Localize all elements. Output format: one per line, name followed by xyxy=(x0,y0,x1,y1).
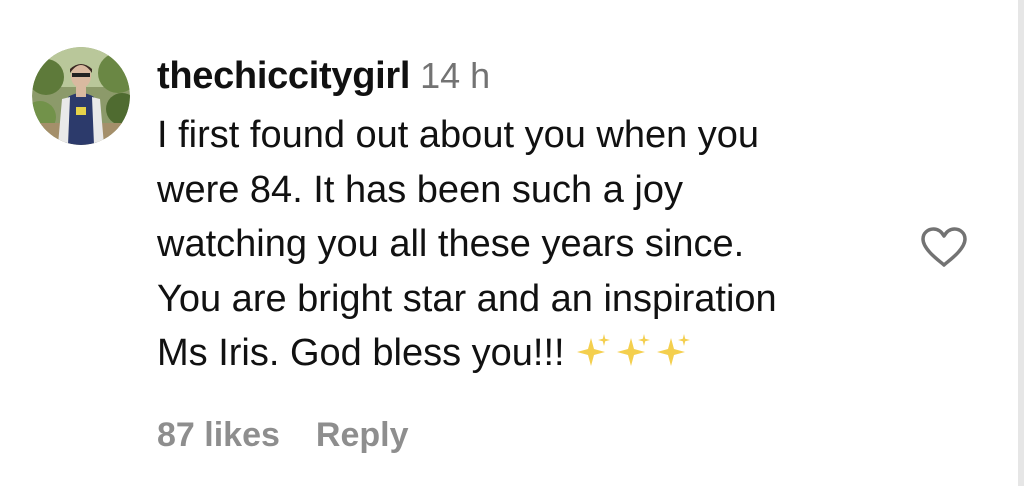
username[interactable]: thechiccitygirl xyxy=(157,55,410,97)
timestamp[interactable]: 14 h xyxy=(420,55,490,96)
comment-line: You are bright star and an inspiration xyxy=(157,277,777,320)
comment-line: watching you all these years since. xyxy=(157,223,745,265)
scrollbar-edge xyxy=(1018,0,1024,486)
comment-text: I first found out about you when you wer… xyxy=(157,108,917,381)
comment-line: were 84. It has been such a joy xyxy=(157,168,683,211)
avatar[interactable] xyxy=(32,47,130,145)
comment-line: I first found out about you when you xyxy=(157,114,760,156)
likes-count[interactable]: 87 likes xyxy=(157,416,280,454)
heart-outline-icon[interactable] xyxy=(919,225,969,269)
sparkles-emoji-icon xyxy=(573,332,693,372)
comment-item: thechiccitygirl 14 h I first found out ab… xyxy=(0,0,1018,486)
reply-button[interactable]: Reply xyxy=(316,416,409,454)
comment-line-last: Ms Iris. God bless you!!! xyxy=(157,326,917,381)
comment-line: Ms Iris. God bless you!!! xyxy=(157,332,565,374)
comment-header: thechiccitygirl 14 h xyxy=(157,53,490,99)
avatar-photo xyxy=(32,47,130,145)
comment-actions: 87 likes Reply xyxy=(157,413,408,457)
